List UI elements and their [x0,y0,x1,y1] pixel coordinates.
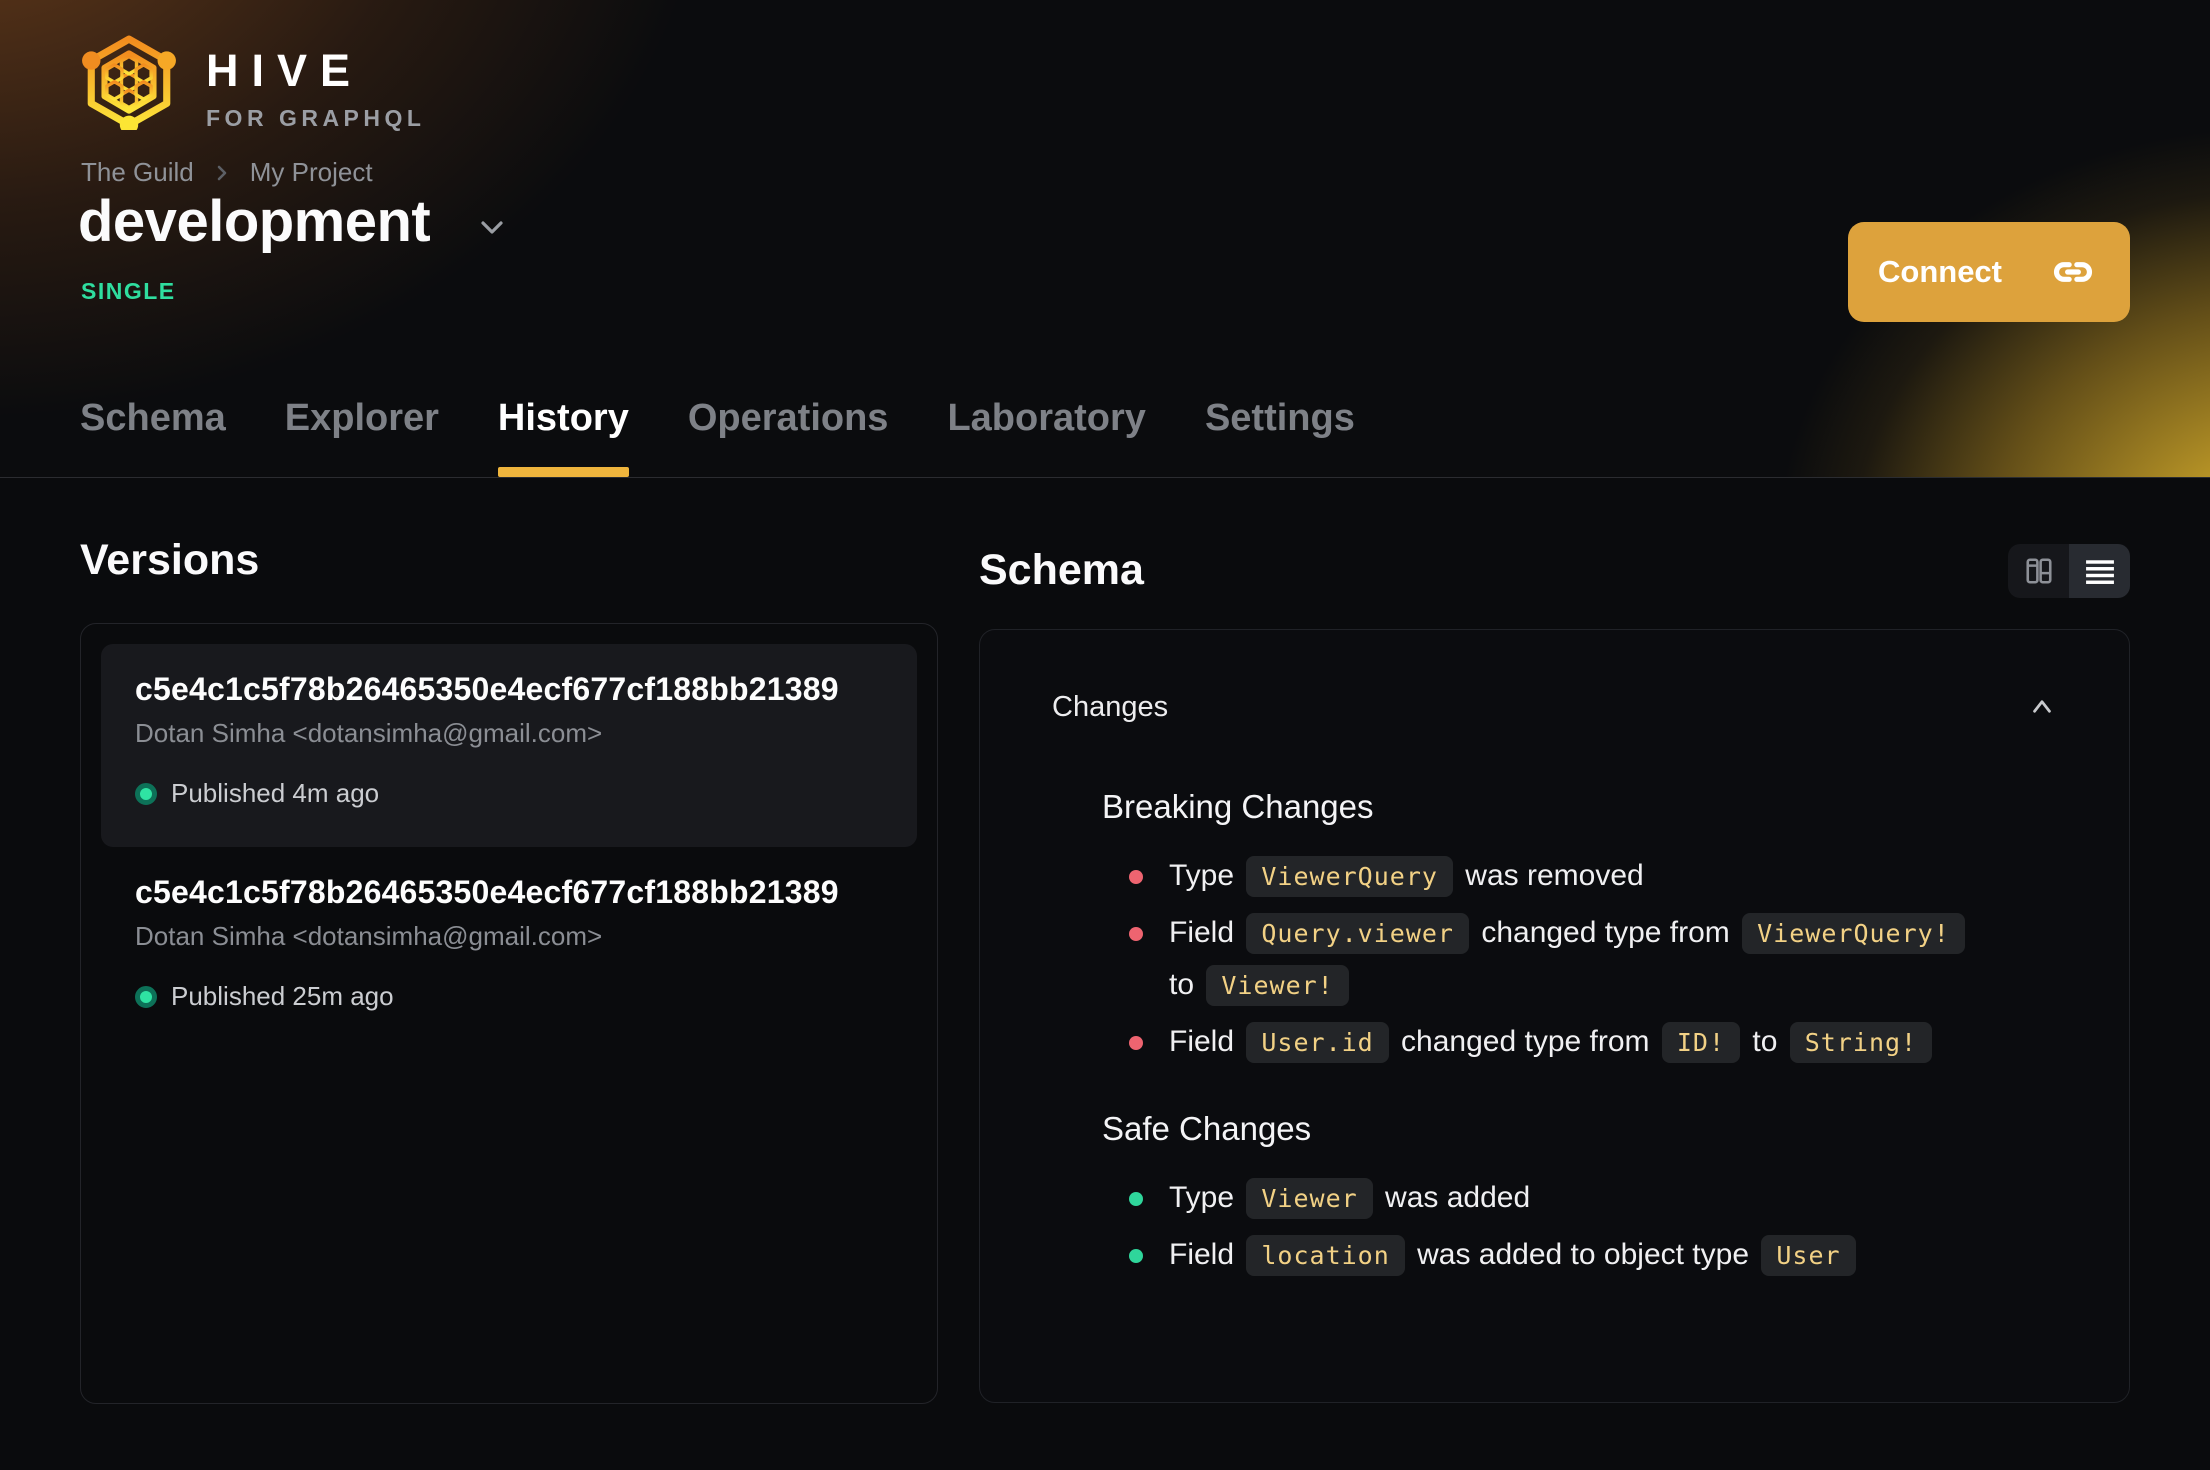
version-author: Dotan Simha <dotansimha@gmail.com> [135,718,603,749]
code-chip: ViewerQuery! [1742,912,1965,954]
published-dot-icon [135,782,157,805]
code-chip: String! [1789,1021,1933,1063]
version-author: Dotan Simha <dotansimha@gmail.com> [135,921,603,952]
version-status-text: Published 25m ago [171,981,394,1012]
change-section-safe: Safe Changes Type Viewer was added Field l… [1102,1110,2059,1281]
columns-icon [2025,558,2052,584]
version-hash: c5e4c1c5f78b26465350e4ecf677cf188bb21389 [135,874,839,911]
brand-text: HIVE FOR GRAPHQL [206,34,425,132]
code-chip: location [1246,1234,1405,1276]
tab-explorer[interactable]: Explorer [285,397,439,477]
change-item: Field User.id changed type from ID! to S… [1129,1016,1969,1069]
tabs: Schema Explorer History Operations Laborator… [80,397,1355,477]
change-item: Type Viewer was added [1129,1172,1969,1225]
view-toggle [2008,544,2130,598]
schema-section: Schema Changes Breaking Changes Type Vie… [979,536,2130,1404]
schema-header-row: Schema [979,544,2130,598]
tab-history[interactable]: History [497,397,629,477]
change-item: Field location was added to object type … [1129,1229,1969,1282]
tab-schema[interactable]: Schema [80,397,226,477]
tab-laboratory[interactable]: Laboratory [947,397,1145,477]
version-hash: c5e4c1c5f78b26465350e4ecf677cf188bb21389 [135,671,839,708]
versions-section: Versions c5e4c1c5f78b26465350e4ecf677cf1… [80,536,938,1405]
changes-header[interactable]: Changes [1052,690,2059,724]
schema-title: Schema [979,546,1144,595]
list-view-button[interactable] [2069,544,2130,598]
brand-tagline: FOR GRAPHQL [206,105,426,131]
code-chip: User.id [1246,1021,1389,1063]
change-item: Field Query.viewer changed type from Vie… [1129,907,1969,1012]
code-chip: Viewer! [1206,965,1349,1006]
breadcrumb-org[interactable]: The Guild [81,157,194,188]
target-switcher-chevron-down-icon[interactable] [474,200,510,244]
code-chip: Query.viewer [1246,912,1469,954]
code-chip: ID! [1661,1021,1741,1063]
connect-button[interactable]: Connect [1848,222,2130,322]
tab-settings[interactable]: Settings [1205,397,1355,477]
chevron-up-icon [2033,700,2051,713]
code-chip: User [1761,1234,1856,1276]
versions-title: Versions [80,536,260,584]
breadcrumb: The Guild My Project [81,157,373,188]
target-title-row: development [78,190,510,254]
list-icon [2085,560,2114,584]
version-status: Published 25m ago [135,981,883,1012]
change-list: Type ViewerQuery was removed Field Query.… [1102,850,2059,1068]
changes-title: Changes [1052,690,1169,723]
brand: HIVE FOR GRAPHQL [78,34,425,132]
main-content: Versions c5e4c1c5f78b26465350e4ecf677cf1… [0,536,2210,1405]
connect-label: Connect [1878,254,2002,289]
change-section-title: Safe Changes [1102,1110,1312,1147]
changes-panel: Changes Breaking Changes Type ViewerQuery… [979,629,2130,1403]
columns-view-button[interactable] [2008,544,2069,598]
versions-list: c5e4c1c5f78b26465350e4ecf677cf188bb21389… [80,623,938,1405]
changes-body: Breaking Changes Type ViewerQuery was rem… [1052,788,2059,1281]
status-badge: SINGLE [81,278,176,304]
link-icon [2054,262,2092,282]
published-dot-icon [135,985,157,1008]
breadcrumb-project[interactable]: My Project [250,157,373,188]
version-card[interactable]: c5e4c1c5f78b26465350e4ecf677cf188bb21389… [101,644,917,848]
code-chip: ViewerQuery [1246,856,1453,897]
version-status-text: Published 4m ago [171,778,380,809]
app-header: HIVE FOR GRAPHQL The Guild My Project de… [0,0,2210,478]
tab-operations[interactable]: Operations [688,397,889,477]
version-status: Published 4m ago [135,778,883,809]
code-chip: Viewer [1246,1178,1373,1219]
breadcrumb-chevron-icon [210,161,234,185]
change-section-breaking: Breaking Changes Type ViewerQuery was rem… [1102,788,2059,1068]
change-item: Type ViewerQuery was removed [1129,850,1969,903]
version-card[interactable]: c5e4c1c5f78b26465350e4ecf677cf188bb21389… [101,847,917,1050]
change-list: Type Viewer was added Field location was … [1102,1172,2059,1281]
brand-name: HIVE [206,45,364,96]
change-section-title: Breaking Changes [1102,788,1374,825]
page-title: development [78,189,431,254]
hive-logo-icon [82,35,176,130]
